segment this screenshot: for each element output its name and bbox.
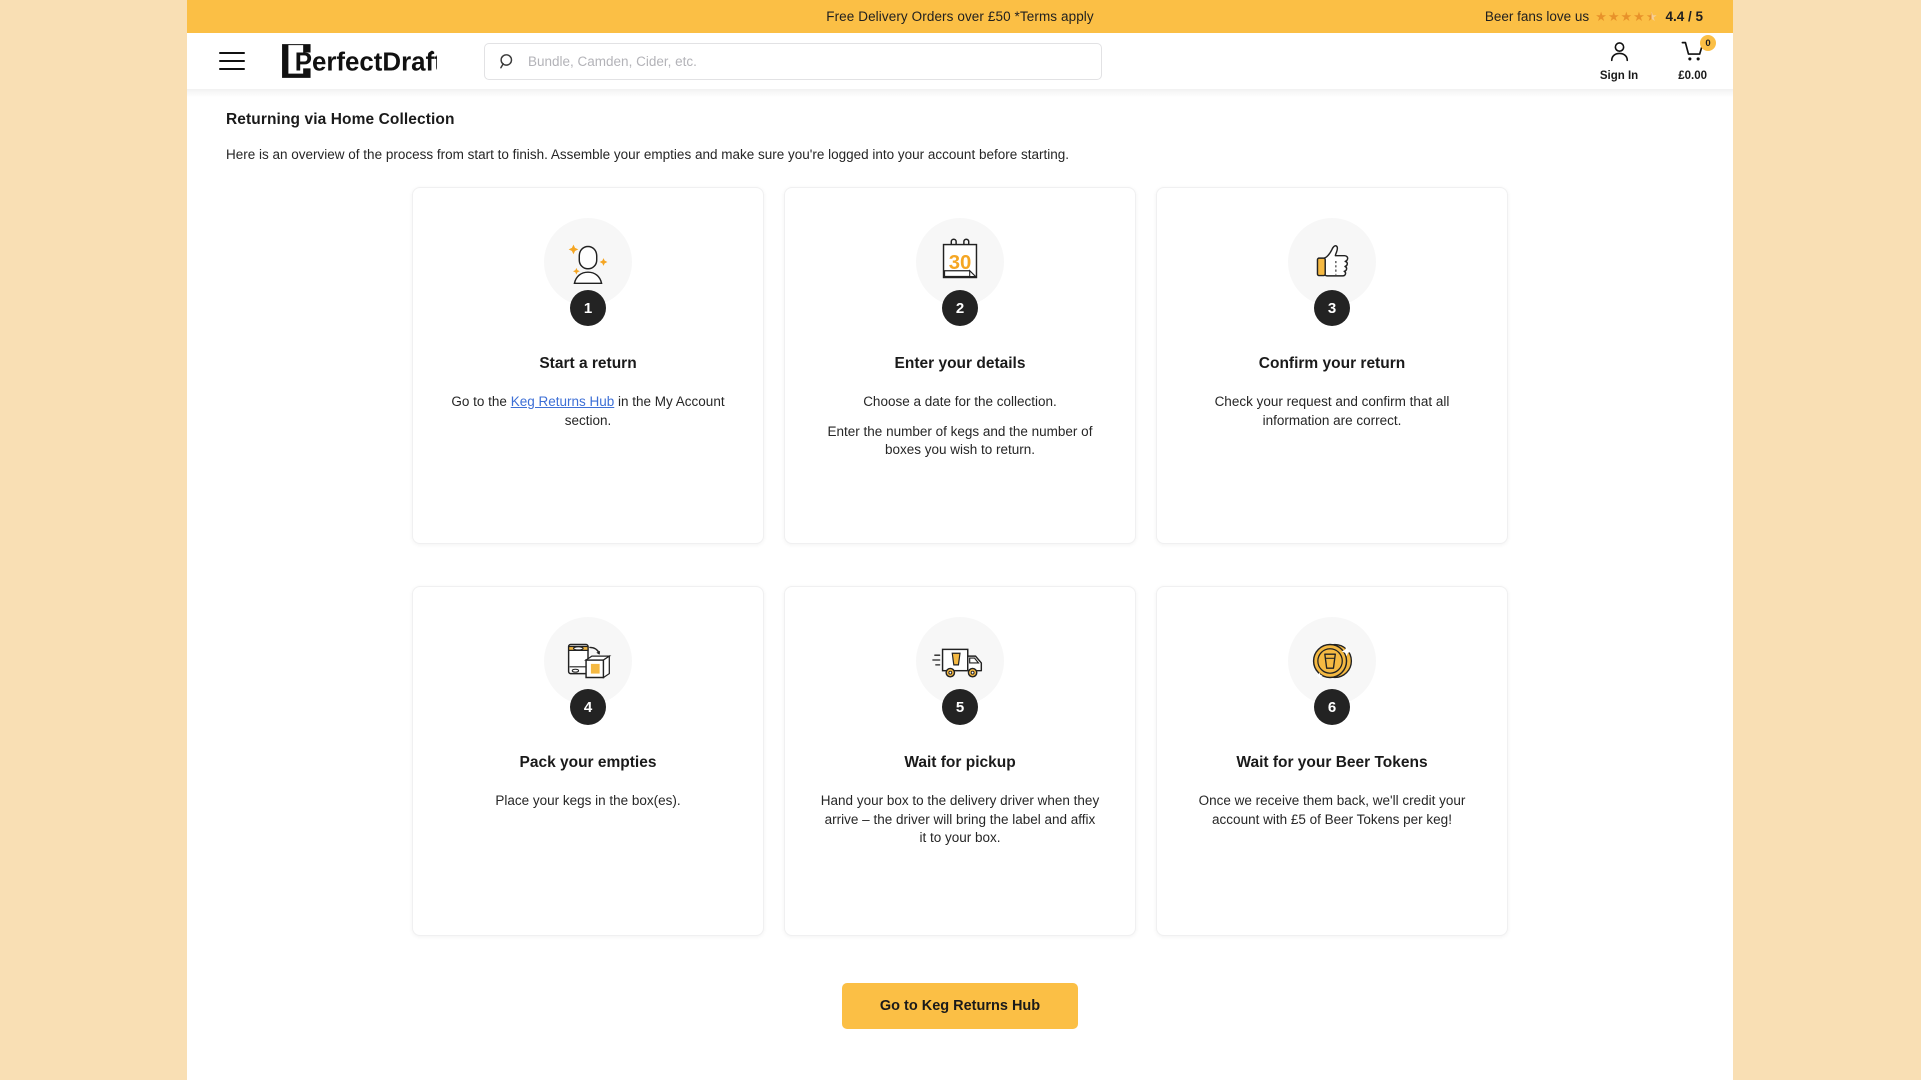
search-input[interactable] <box>528 53 1087 69</box>
step-title: Confirm your return <box>1258 355 1406 372</box>
step-body-line2: Enter the number of kegs and the number … <box>827 423 1093 458</box>
step-title: Enter your details <box>894 355 1026 372</box>
step-card: 6 Wait for your Beer Tokens Once we rece… <box>1156 586 1508 936</box>
star-icon: ★ <box>1607 9 1620 24</box>
step-card: 1 Start a return Go to the Keg Returns H… <box>412 187 764 544</box>
rating-widget: Beer fans love us ★ ★ ★ ★ ★ 4.4 / 5 <box>1485 9 1703 24</box>
step-number: 2 <box>942 290 978 326</box>
site-header: PerfectDraft Sign In <box>187 33 1733 89</box>
step-body-line1: Check your request and confirm that all … <box>1214 394 1450 428</box>
star-half-icon: ★ <box>1645 9 1658 24</box>
step-number: 6 <box>1314 689 1350 725</box>
cart-count-badge: 0 <box>1700 35 1716 51</box>
step-card: 4 Pack your empties Place your kegs in t… <box>412 586 764 936</box>
sign-in-button[interactable]: Sign In <box>1600 40 1638 82</box>
step-body-line1: Place your kegs in the box(es). <box>495 793 681 808</box>
step-title: Wait for your Beer Tokens <box>1236 754 1428 771</box>
hamburger-icon[interactable] <box>219 51 245 71</box>
step-body: Hand your box to the delivery driver whe… <box>820 792 1100 848</box>
svg-text:PerfectDraft: PerfectDraft <box>295 49 437 77</box>
step-body: Check your request and confirm that all … <box>1192 393 1472 430</box>
step-body: Place your kegs in the box(es). <box>495 792 680 811</box>
page-intro: Here is an overview of the process from … <box>226 147 1069 162</box>
step-number: 1 <box>570 290 606 326</box>
promo-banner: Free Delivery Orders over £50 *Terms app… <box>187 0 1733 33</box>
star-icon: ★ <box>1633 9 1645 24</box>
step-card: 30 2 Enter your details Choose a date fo… <box>784 187 1136 544</box>
page-frame: Free Delivery Orders over £50 *Terms app… <box>187 0 1733 1080</box>
step-body: Choose a date for the collection. Enter … <box>820 393 1100 460</box>
user-icon <box>1608 40 1631 68</box>
rating-value: 4.4 / 5 <box>1665 9 1703 24</box>
go-to-keg-returns-hub-button[interactable]: Go to Keg Returns Hub <box>841 983 1079 1029</box>
step-body: Go to the Keg Returns Hub in the My Acco… <box>448 393 728 430</box>
page-title: Returning via Home Collection <box>226 111 455 128</box>
cta-section: Go to Keg Returns Hub <box>226 983 1694 1029</box>
sign-in-label: Sign In <box>1599 70 1639 82</box>
cart-button[interactable]: 0 £0.00 <box>1678 35 1716 82</box>
rating-label: Beer fans love us <box>1484 9 1590 24</box>
step-title: Pack your empties <box>519 754 657 771</box>
search-icon <box>499 53 516 70</box>
step-title: Wait for pickup <box>904 754 1016 771</box>
cart-total-label: £0.00 <box>1678 70 1707 82</box>
step-body-line1: Choose a date for the collection. <box>863 394 1057 409</box>
steps-grid: 1 Start a return Go to the Keg Returns H… <box>226 187 1694 936</box>
step-title: Start a return <box>539 355 637 372</box>
step-body-line1: Once we receive them back, we'll credit … <box>1198 793 1466 827</box>
step-card: 5 Wait for pickup Hand your box to the d… <box>784 586 1136 936</box>
star-rating: ★ ★ ★ ★ ★ <box>1595 10 1657 23</box>
step-body-line1: Hand your box to the delivery driver whe… <box>820 793 1100 846</box>
step-number: 5 <box>942 689 978 725</box>
star-icon: ★ <box>1595 9 1607 24</box>
star-icon: ★ <box>1620 9 1633 24</box>
perfectdraft-logo[interactable]: PerfectDraft <box>277 41 437 81</box>
step-body-pre: Go to the <box>451 394 511 409</box>
search-bar[interactable] <box>484 42 1102 80</box>
main-content: Returning via Home Collection Here is an… <box>187 89 1733 1029</box>
header-actions: Sign In 0 £0.00 <box>1600 35 1716 82</box>
keg-returns-hub-link[interactable]: Keg Returns Hub <box>511 394 615 409</box>
step-card: 3 Confirm your return Check your request… <box>1156 187 1508 544</box>
step-number: 4 <box>570 689 606 725</box>
step-number: 3 <box>1314 290 1350 326</box>
step-body: Once we receive them back, we'll credit … <box>1192 792 1472 829</box>
